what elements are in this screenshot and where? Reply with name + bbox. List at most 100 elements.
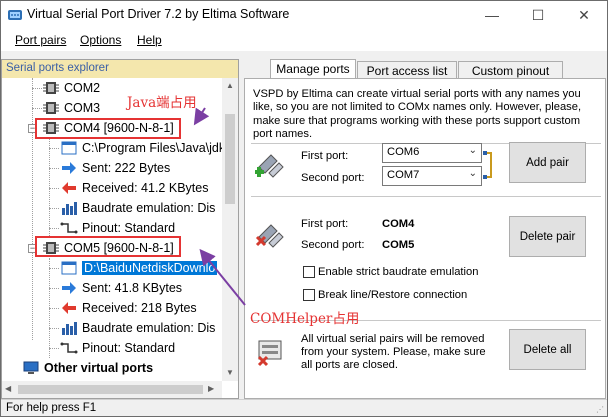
manage-ports-description: VSPD by Eltima can create virtual serial… (253, 88, 582, 140)
existing-second-port-label: Second port: (301, 239, 365, 251)
arrow-right-icon (62, 282, 76, 294)
resize-grip-icon[interactable]: ⋰ (596, 405, 604, 414)
delete-pair-button[interactable]: Delete pair (509, 216, 586, 257)
tree-item-label: C:\Program Files\Java\jdk (82, 141, 222, 155)
minimize-icon: — (485, 7, 499, 23)
app-icon (8, 10, 22, 20)
application-window-icon (61, 261, 77, 275)
second-port-select[interactable]: COM7 ⌄ (382, 166, 482, 186)
first-port-select[interactable]: COM6 ⌄ (382, 143, 482, 163)
app-window: Virtual Serial Port Driver 7.2 by Eltima… (0, 0, 608, 417)
tree-item-com4-app-path[interactable]: C:\Program Files\Java\jdk (60, 138, 222, 158)
tab-custom-pinout[interactable]: Custom pinout (458, 61, 563, 79)
annotation-box-com4 (35, 118, 181, 139)
tree-item-com4-received[interactable]: Received: 41.2 KBytes (60, 178, 208, 198)
application-window-icon (61, 141, 77, 155)
scrollbar-thumb[interactable] (18, 385, 203, 394)
tree-item-label: Other virtual ports (44, 361, 154, 375)
bar-chart-icon (62, 202, 77, 215)
computer-icon (23, 361, 39, 374)
break-line-label: Break line/Restore connection (318, 289, 468, 301)
serial-port-icon (43, 102, 59, 114)
break-line-checkbox[interactable] (303, 289, 315, 301)
scrollbar-thumb[interactable] (225, 114, 235, 204)
tree-item-com4-baudrate[interactable]: Baudrate emulation: Dis (60, 198, 215, 218)
second-port-value: COM7 (387, 169, 420, 181)
pair-bracket-icon (483, 151, 492, 179)
manage-ports-panel: VSPD by Eltima can create virtual serial… (244, 78, 606, 399)
arrow-left-icon (62, 182, 76, 194)
annotation-java: Java端占用 (127, 95, 197, 111)
delete-all-button[interactable]: Delete all (509, 329, 586, 370)
tree-item-label: COM2 (64, 81, 101, 95)
tab-port-access-list[interactable]: Port access list (357, 61, 457, 79)
tree-item-com2[interactable]: COM2 (42, 78, 100, 98)
tab-manage-ports[interactable]: Manage ports (270, 59, 356, 80)
menu-options[interactable]: Options (80, 33, 121, 47)
serial-ports-explorer: Serial ports explorer − − COM2 COM3 COM4… (1, 59, 239, 399)
tree-item-label: Pinout: Standard (82, 341, 176, 355)
bar-chart-icon (62, 322, 77, 335)
tree-item-com5-baudrate[interactable]: Baudrate emulation: Dis (60, 318, 215, 338)
chevron-down-icon: ⌄ (468, 168, 477, 179)
status-text: For help press F1 (6, 402, 97, 414)
tree-item-com5-pinout[interactable]: Pinout: Standard (60, 338, 175, 358)
arrow-left-icon (62, 302, 76, 314)
strict-baudrate-label: Enable strict baudrate emulation (318, 266, 479, 278)
divider (251, 196, 601, 197)
existing-first-port-value: COM4 (382, 218, 415, 230)
second-port-label: Second port: (301, 172, 365, 184)
scroll-right-icon[interactable]: ▶ (208, 384, 214, 393)
tree-item-com5-app-path[interactable]: D:\BaiduNetdiskDownlo (60, 258, 218, 278)
pinout-icon (60, 222, 78, 234)
delete-port-pair-icon (255, 224, 284, 248)
scroll-down-icon[interactable]: ▼ (226, 368, 234, 377)
add-port-pair-icon (255, 154, 284, 178)
tree-item-com5-sent[interactable]: Sent: 41.8 KBytes (60, 278, 182, 298)
title-bar: Virtual Serial Port Driver 7.2 by Eltima… (1, 1, 607, 29)
add-pair-button[interactable]: Add pair (509, 142, 586, 183)
pinout-icon (60, 342, 78, 354)
tree-item-label: Baudrate emulation: Dis (82, 321, 216, 335)
tree-item-com4-sent[interactable]: Sent: 222 Bytes (60, 158, 170, 178)
menu-port-pairs[interactable]: Port pairs (15, 33, 66, 47)
tree-item-com4-pinout[interactable]: Pinout: Standard (60, 218, 175, 238)
first-port-label: First port: (301, 150, 349, 162)
arrow-right-icon (62, 162, 76, 174)
tree-item-label: Baudrate emulation: Dis (82, 201, 216, 215)
minimize-button[interactable]: — (469, 1, 515, 29)
window-title: Virtual Serial Port Driver 7.2 by Eltima… (27, 7, 290, 21)
close-button[interactable]: ✕ (561, 1, 607, 29)
scroll-left-icon[interactable]: ◀ (5, 384, 11, 393)
maximize-button[interactable]: ☐ (515, 1, 561, 29)
explorer-horizontal-scrollbar[interactable]: ◀ ▶ (2, 381, 222, 398)
tree-item-label: Pinout: Standard (82, 221, 176, 235)
maximize-icon: ☐ (531, 6, 545, 23)
tree-item-label: Received: 41.2 KBytes (82, 181, 209, 195)
explorer-header: Serial ports explorer (2, 60, 238, 78)
tree-item-com5-received[interactable]: Received: 218 Bytes (60, 298, 197, 318)
tree-item-label: COM3 (64, 101, 101, 115)
explorer-vertical-scrollbar[interactable]: ▲ ▼ (222, 78, 238, 381)
scroll-up-icon[interactable]: ▲ (226, 81, 234, 90)
status-bar: For help press F1 ⋰ (1, 399, 607, 416)
existing-first-port-label: First port: (301, 218, 349, 230)
tree-item-label: Sent: 222 Bytes (82, 161, 171, 175)
tree-item-label: D:\BaiduNetdiskDownlo (82, 261, 218, 275)
delete-all-pairs-icon (257, 340, 282, 367)
serial-port-icon (43, 82, 59, 94)
annotation-comhelper: COMHelper占用 (250, 311, 360, 327)
delete-all-warning: All virtual serial pairs will be removed… (301, 333, 486, 371)
tab-strip: Manage ports Port access list Custom pin… (244, 59, 604, 80)
existing-second-port-value: COM5 (382, 239, 415, 251)
tree-item-label: Sent: 41.8 KBytes (82, 281, 183, 295)
first-port-value: COM6 (387, 146, 420, 158)
tree-item-com3[interactable]: COM3 (42, 98, 100, 118)
menu-bar: Port pairs Options Help (1, 29, 607, 51)
strict-baudrate-checkbox[interactable] (303, 266, 315, 278)
tree-item-label: Received: 218 Bytes (82, 301, 197, 315)
tree-item-other-virtual-ports[interactable]: Other virtual ports (22, 358, 153, 378)
close-icon: ✕ (578, 6, 590, 23)
menu-help[interactable]: Help (137, 33, 162, 47)
annotation-box-com5 (35, 236, 181, 257)
